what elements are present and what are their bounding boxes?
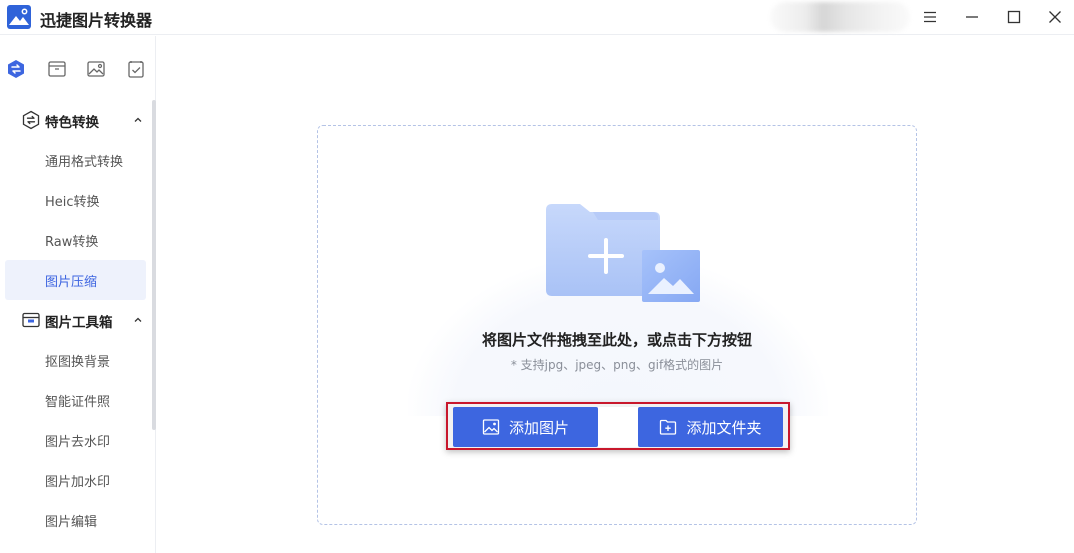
sidebar-group-label: 特色转换 — [45, 115, 99, 131]
minimize-button[interactable] — [952, 0, 992, 33]
maximize-icon — [1007, 10, 1021, 23]
sidebar-item-generic-convert[interactable]: 通用格式转换 — [0, 140, 152, 180]
toolbox-icon — [48, 61, 66, 77]
supported-formats-hint: * 支持jpg、jpeg、png、gif格式的图片 — [510, 358, 724, 372]
sidebar-item-remove-watermark[interactable]: 图片去水印 — [0, 420, 152, 460]
sidebar-item-label: Heic转换 — [45, 195, 100, 210]
convert-icon — [8, 60, 24, 78]
mountain-logo-icon — [7, 5, 31, 29]
chevron-up-icon — [134, 317, 142, 322]
sidebar-item-label: 图片去水印 — [45, 435, 111, 450]
add-folder-label: 添加文件夹 — [686, 418, 762, 437]
hamburger-icon — [924, 11, 936, 22]
add-image-button[interactable]: 添加图片 — [453, 407, 598, 447]
add-image-label: 添加图片 — [508, 418, 569, 437]
menu-button[interactable] — [910, 0, 950, 33]
tab-image[interactable] — [84, 57, 108, 81]
maximize-button[interactable] — [994, 0, 1034, 33]
main-panel: 将图片文件拖拽至此处，或点击下方按钮 * 支持jpg、jpeg、png、gif格… — [157, 36, 1074, 553]
sidebar-item-label: 图片加水印 — [45, 475, 111, 490]
sidebar-menu: 特色转换 通用格式转换 Heic转换 Raw转换 图片压缩 图片工具箱 抠图换背… — [0, 100, 152, 540]
chevron-up-icon — [134, 117, 142, 122]
sidebar: 特色转换 通用格式转换 Heic转换 Raw转换 图片压缩 图片工具箱 抠图换背… — [0, 36, 156, 553]
sidebar-item-image-compress[interactable]: 图片压缩 — [5, 260, 146, 300]
sidebar-scrollbar[interactable] — [152, 100, 156, 430]
tool-tabs — [0, 36, 156, 100]
button-divider — [598, 407, 638, 447]
sidebar-item-label: 图片编辑 — [45, 515, 98, 530]
sidebar-item-label: Raw转换 — [45, 235, 99, 250]
sidebar-item-label: 抠图换背景 — [45, 355, 111, 370]
sidebar-group-special-convert[interactable]: 特色转换 — [0, 100, 152, 140]
tab-checklist[interactable] — [124, 57, 148, 81]
sidebar-group-label: 图片工具箱 — [45, 315, 113, 331]
sidebar-item-label: 智能证件照 — [45, 395, 111, 410]
user-account-area[interactable] — [770, 2, 910, 32]
convert-icon — [22, 110, 40, 130]
image-icon — [87, 61, 105, 77]
sidebar-item-image-edit[interactable]: 图片编辑 — [0, 500, 152, 540]
title-bar: 迅捷图片转换器 — [0, 0, 1074, 35]
close-icon — [1049, 10, 1061, 23]
drop-zone-title: 将图片文件拖拽至此处，或点击下方按钮 — [481, 331, 752, 349]
sidebar-item-label: 通用格式转换 — [45, 155, 124, 170]
checklist-icon — [128, 61, 144, 78]
sidebar-item-add-watermark[interactable]: 图片加水印 — [0, 460, 152, 500]
tab-toolbox[interactable] — [45, 57, 69, 81]
folder-add-icon — [660, 419, 677, 435]
app-title: 迅捷图片转换器 — [40, 11, 153, 30]
image-icon — [482, 419, 500, 435]
sidebar-item-raw-convert[interactable]: Raw转换 — [0, 220, 152, 260]
sidebar-item-label: 图片压缩 — [45, 275, 98, 290]
sidebar-item-cutout-background[interactable]: 抠图换背景 — [0, 340, 152, 380]
minimize-icon — [966, 15, 978, 18]
sidebar-item-heic-convert[interactable]: Heic转换 — [0, 180, 152, 220]
sidebar-item-id-photo[interactable]: 智能证件照 — [0, 380, 152, 420]
close-button[interactable] — [1035, 0, 1074, 33]
folder-add-image-icon — [546, 204, 700, 302]
sidebar-group-image-toolbox[interactable]: 图片工具箱 — [0, 300, 152, 340]
action-buttons-highlight: 添加图片 添加文件夹 — [446, 402, 790, 450]
file-drop-zone[interactable]: 将图片文件拖拽至此处，或点击下方按钮 * 支持jpg、jpeg、png、gif格… — [317, 125, 917, 525]
add-folder-button[interactable]: 添加文件夹 — [638, 407, 783, 447]
toolbox-icon — [22, 312, 40, 328]
tab-convert[interactable] — [4, 57, 28, 81]
